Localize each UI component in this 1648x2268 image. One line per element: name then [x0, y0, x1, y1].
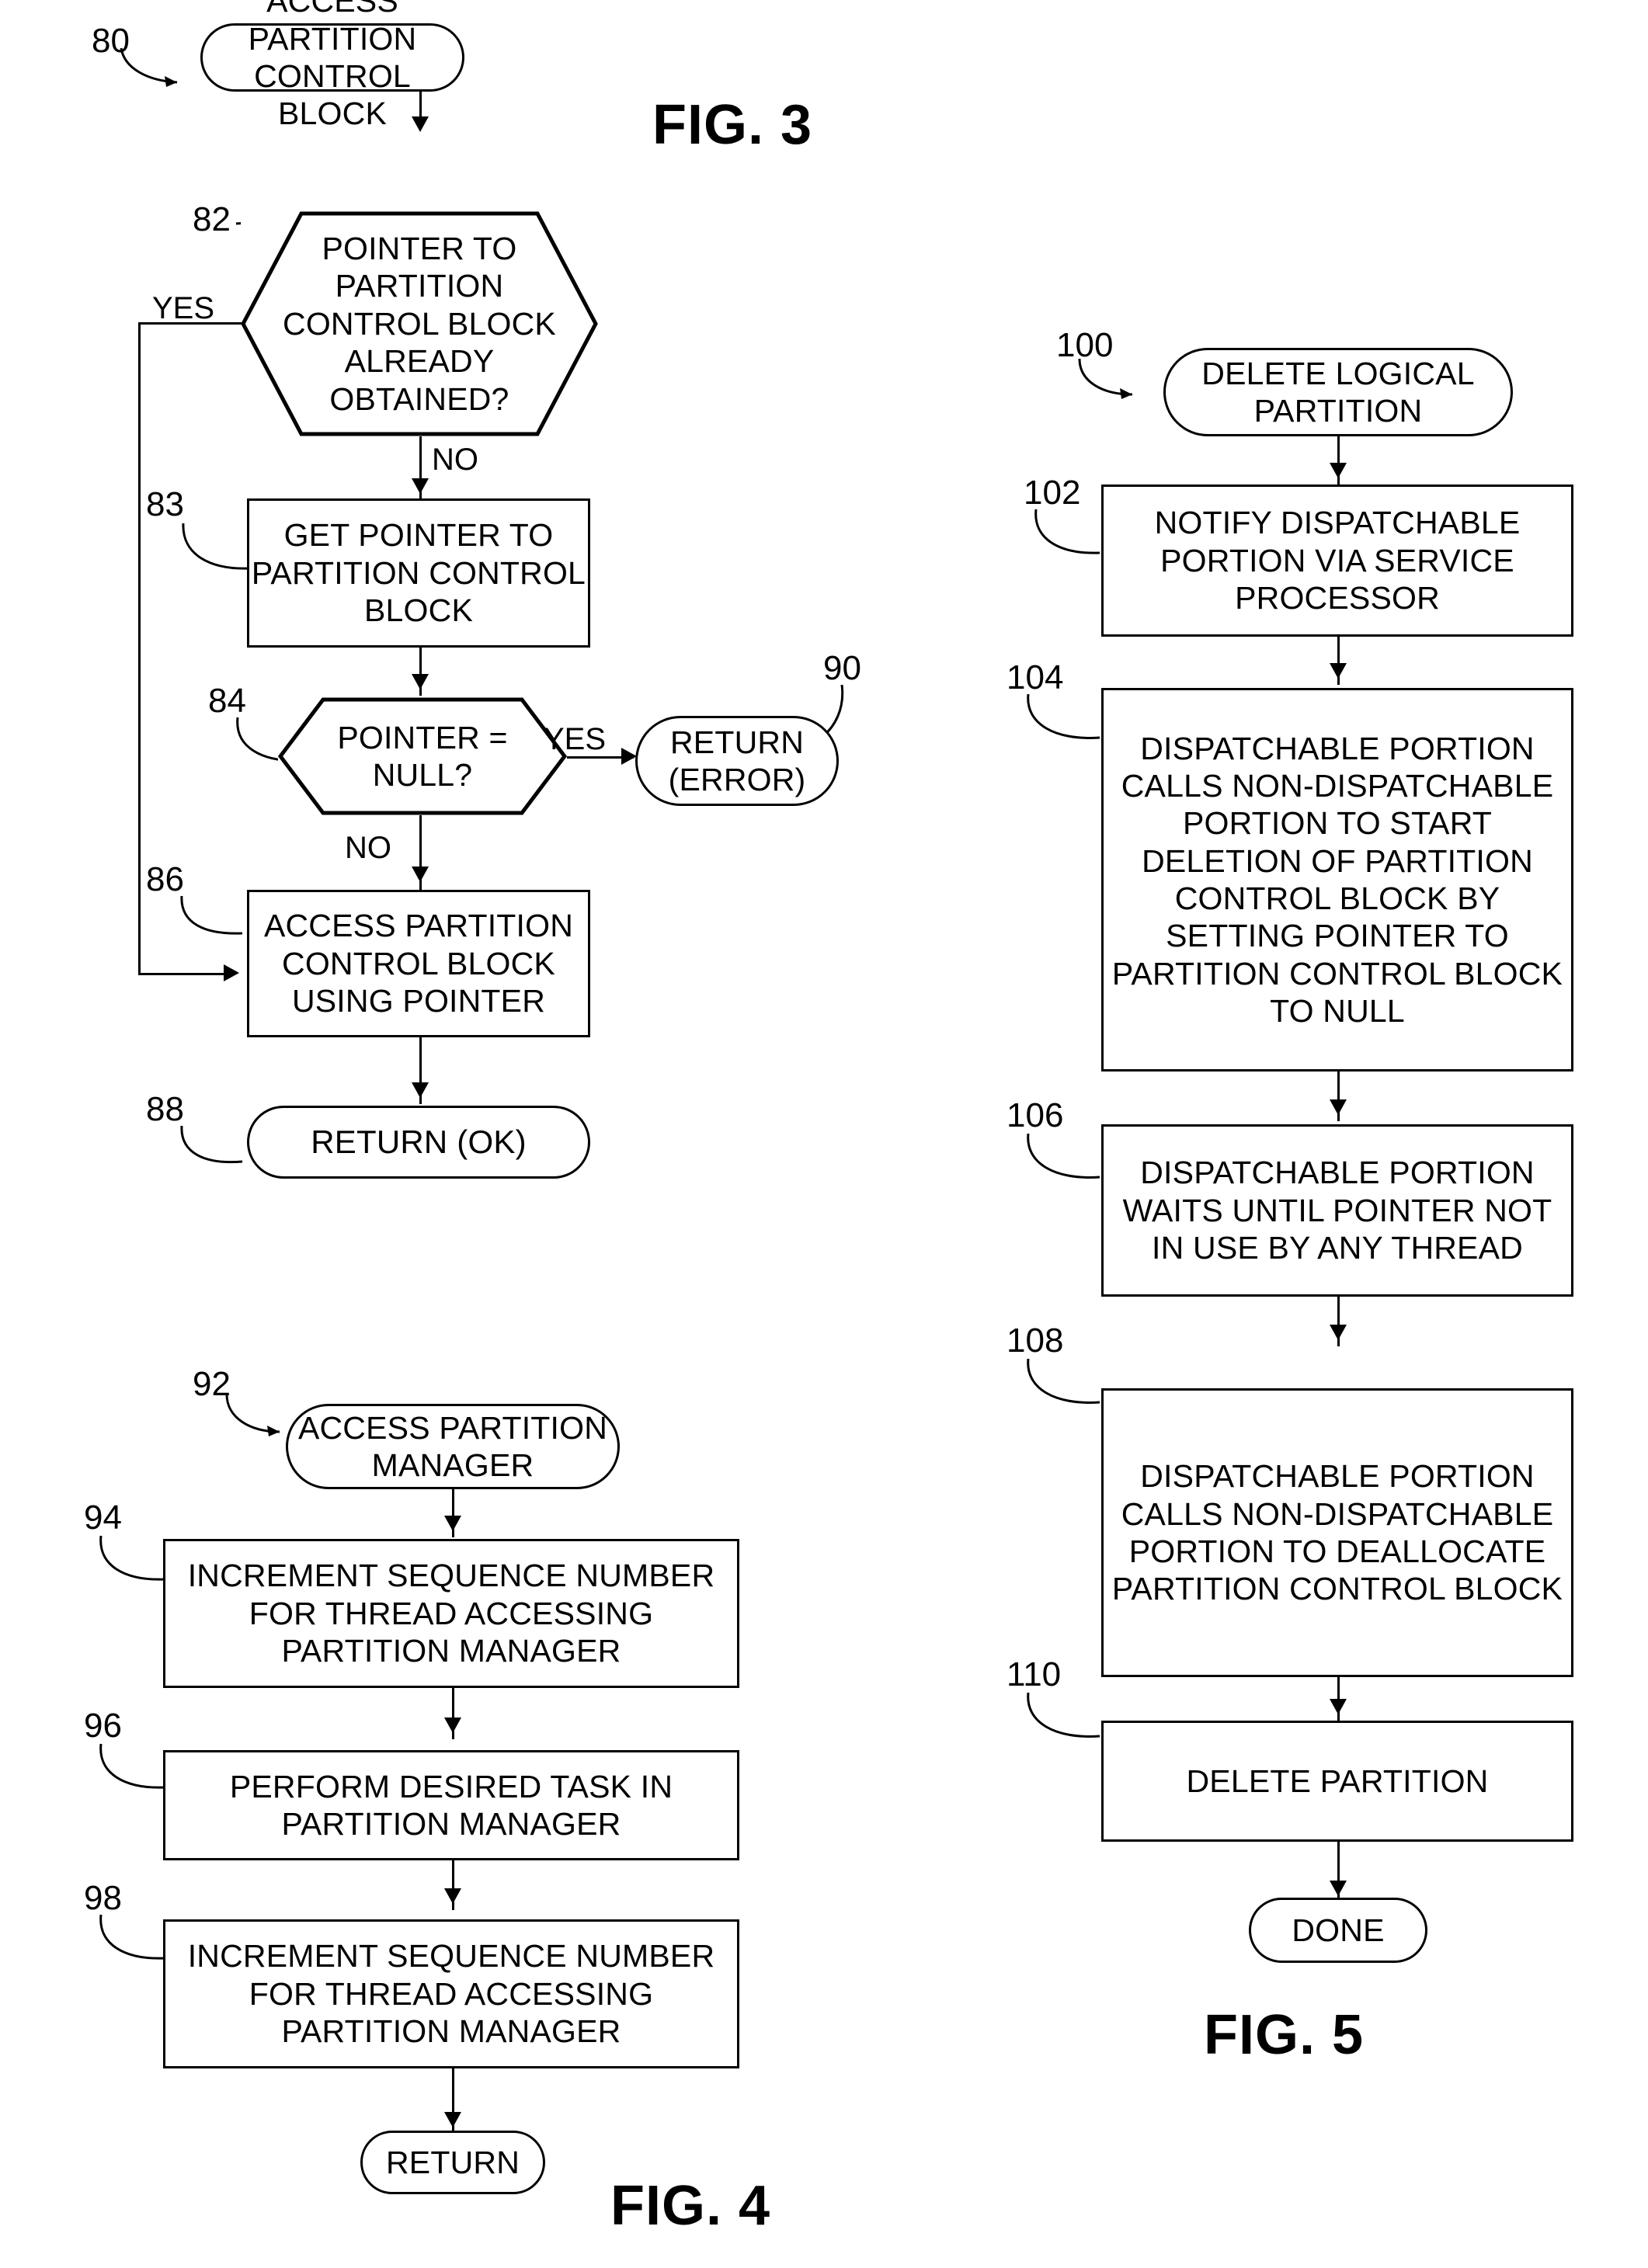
fig3-return-error-label: RETURN (ERROR)	[668, 724, 806, 797]
fig3-decision-null-label: POINTER = NULL?	[337, 719, 508, 793]
reference-numeral-96: 96	[84, 1707, 122, 1745]
fig4-arrowhead-4	[444, 2112, 461, 2127]
fig5-start-deletion-label: DISPATCHABLE PORTION CALLS NON-DISPATCHA…	[1111, 730, 1563, 1030]
leader-line-80	[120, 47, 178, 87]
fig5-wait-label: DISPATCHABLE PORTION WAITS UNTIL POINTER…	[1122, 1155, 1552, 1266]
fig3-edge-yes-horizontal	[138, 322, 244, 325]
reference-numeral-90: 90	[823, 649, 861, 687]
fig4-process-increment-before: INCREMENT SEQUENCE NUMBER FOR THREAD ACC…	[163, 1539, 739, 1688]
fig3-arrowhead-null-yes	[621, 748, 637, 765]
fig3-edge-yes-join	[138, 973, 227, 975]
reference-numeral-84: 84	[208, 682, 246, 720]
fig4-increment-before-label: INCREMENT SEQUENCE NUMBER FOR THREAD ACC…	[187, 1558, 715, 1669]
fig3-edge-label-obtained-no: NO	[432, 443, 478, 477]
reference-numeral-98: 98	[84, 1879, 122, 1917]
fig5-arrowhead-2	[1330, 663, 1347, 679]
reference-numeral-83: 83	[146, 485, 184, 523]
fig4-arrowhead-1	[444, 1516, 461, 1531]
fig3-arrowhead-3	[412, 867, 429, 882]
fig3-decision-pointer-null: POINTER = NULL?	[278, 697, 567, 815]
fig5-caption: FIG. 5	[1204, 2004, 1365, 2066]
reference-numeral-88: 88	[146, 1090, 184, 1128]
fig4-return-label: RETURN	[385, 2144, 520, 2180]
fig5-done-terminator: DONE	[1249, 1898, 1427, 1963]
fig5-process-delete-partition: DELETE PARTITION	[1101, 1721, 1573, 1842]
fig4-start-terminator: ACCESS PARTITION MANAGER	[286, 1404, 620, 1489]
fig3-edge-label-null-yes: YES	[544, 722, 607, 756]
fig3-edge-label-obtained-yes: YES	[152, 291, 215, 325]
fig4-process-increment-after: INCREMENT SEQUENCE NUMBER FOR THREAD ACC…	[163, 1919, 739, 2068]
fig4-increment-after-label: INCREMENT SEQUENCE NUMBER FOR THREAD ACC…	[187, 1938, 715, 2050]
reference-numeral-94: 94	[84, 1499, 122, 1537]
fig3-return-ok-terminator: RETURN (OK)	[247, 1106, 590, 1179]
fig4-arrowhead-2	[444, 1717, 461, 1733]
fig3-process-get-pointer: GET POINTER TO PARTITION CONTROL BLOCK	[247, 498, 590, 648]
fig5-arrowhead-4	[1330, 1325, 1347, 1340]
reference-numeral-82: 82	[193, 200, 231, 238]
fig3-caption: FIG. 3	[652, 94, 813, 156]
reference-numeral-108: 108	[1007, 1322, 1064, 1360]
reference-numeral-102: 102	[1024, 474, 1081, 512]
fig5-delete-partition-label: DELETE PARTITION	[1186, 1763, 1489, 1799]
fig5-start-terminator: DELETE LOGICAL PARTITION	[1163, 348, 1513, 436]
fig3-arrowhead-1	[412, 116, 429, 132]
reference-numeral-86: 86	[146, 860, 184, 898]
fig3-arrowhead-4	[412, 1082, 429, 1098]
patent-drawing-sheet: 80 ACCESS PARTITION CONTROL BLOCK FIG. 3…	[0, 0, 1648, 2268]
fig3-return-error-terminator: RETURN (ERROR)	[635, 716, 839, 806]
fig4-caption: FIG. 4	[610, 2175, 771, 2237]
fig5-arrowhead-6	[1330, 1881, 1347, 1896]
fig3-edge-yes-vertical	[138, 322, 141, 974]
reference-numeral-106: 106	[1007, 1096, 1064, 1134]
fig3-access-using-pointer-label: ACCESS PARTITION CONTROL BLOCK USING POI…	[263, 908, 574, 1019]
fig3-get-pointer-label: GET POINTER TO PARTITION CONTROL BLOCK	[251, 517, 586, 629]
fig5-deallocate-label: DISPATCHABLE PORTION CALLS NON-DISPATCHA…	[1111, 1458, 1563, 1607]
fig3-decision-pointer-obtained: POINTER TO PARTITION CONTROL BLOCK ALREA…	[241, 211, 598, 436]
fig3-start-terminator: ACCESS PARTITION CONTROL BLOCK	[200, 0, 464, 131]
fig5-start-label: DELETE LOGICAL PARTITION	[1201, 355, 1475, 429]
fig3-return-ok-label: RETURN (OK)	[311, 1124, 527, 1161]
fig4-start-label: ACCESS PARTITION MANAGER	[297, 1409, 608, 1483]
fig5-process-start-deletion: DISPATCHABLE PORTION CALLS NON-DISPATCHA…	[1101, 688, 1573, 1071]
fig3-edge-label-null-no: NO	[345, 831, 391, 865]
fig5-arrowhead-1	[1330, 463, 1347, 478]
reference-numeral-110: 110	[1007, 1655, 1062, 1693]
fig3-arrowhead-no	[412, 478, 429, 494]
fig3-arrowhead-2	[412, 674, 429, 689]
fig5-process-notify: NOTIFY DISPATCHABLE PORTION VIA SERVICE …	[1101, 485, 1573, 637]
fig5-done-label: DONE	[1292, 1912, 1385, 1948]
fig5-process-wait: DISPATCHABLE PORTION WAITS UNTIL POINTER…	[1101, 1124, 1573, 1297]
fig5-process-deallocate: DISPATCHABLE PORTION CALLS NON-DISPATCHA…	[1101, 1388, 1573, 1677]
reference-numeral-104: 104	[1007, 658, 1064, 696]
fig4-process-perform-task: PERFORM DESIRED TASK IN PARTITION MANAGE…	[163, 1750, 739, 1860]
fig4-return-terminator: RETURN	[360, 2131, 545, 2194]
leader-line-100	[1078, 358, 1133, 399]
fig3-process-access-using-pointer: ACCESS PARTITION CONTROL BLOCK USING POI…	[247, 890, 590, 1037]
fig5-arrowhead-5	[1330, 1699, 1347, 1714]
fig5-notify-label: NOTIFY DISPATCHABLE PORTION VIA SERVICE …	[1154, 505, 1521, 616]
fig4-perform-task-label: PERFORM DESIRED TASK IN PARTITION MANAGE…	[229, 1768, 673, 1842]
fig4-arrowhead-3	[444, 1888, 461, 1904]
fig5-arrowhead-3	[1330, 1099, 1347, 1115]
fig3-arrowhead-yes	[224, 964, 239, 981]
fig3-start-label: ACCESS PARTITION CONTROL BLOCK	[248, 0, 417, 132]
fig3-decision-obtained-label: POINTER TO PARTITION CONTROL BLOCK ALREA…	[283, 231, 556, 417]
